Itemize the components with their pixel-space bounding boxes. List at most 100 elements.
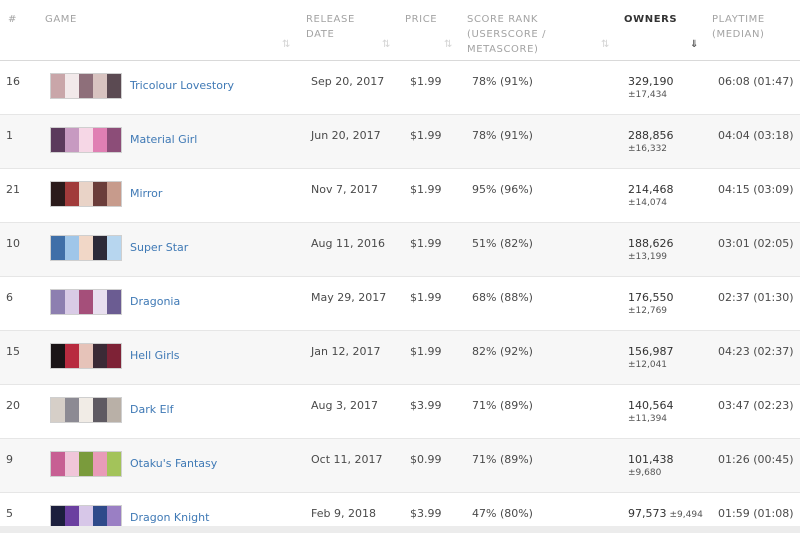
col-header-score-line2: (USERSCORE /	[467, 29, 547, 40]
thumb-strip	[51, 236, 65, 260]
release-date-cell: May 29, 2017	[311, 291, 387, 304]
thumb-strip	[79, 182, 93, 206]
score-cell: 82% (92%)	[472, 345, 533, 358]
owners-cell: 140,564 ±11,394	[628, 399, 674, 425]
owners-value: 97,573	[628, 507, 667, 520]
thumb-strip	[93, 182, 107, 206]
owners-error: ±12,769	[628, 306, 668, 316]
owners-cell: 176,550 ±12,769	[628, 291, 674, 317]
thumb-strip	[65, 182, 79, 206]
price-cell: $1.99	[410, 237, 442, 250]
game-thumbnail[interactable]	[50, 343, 122, 369]
sort-arrows-icon[interactable]: ⇅	[444, 40, 452, 50]
game-thumbnail[interactable]	[50, 181, 122, 207]
score-cell: 68% (88%)	[472, 291, 533, 304]
col-header-rank[interactable]: #	[8, 12, 17, 27]
col-header-playtime[interactable]: PLAYTIME (MEDIAN)	[712, 12, 765, 42]
sort-arrows-icon[interactable]: ⇅	[601, 40, 609, 50]
owners-value: 101,438	[628, 453, 674, 466]
game-link[interactable]: Material Girl	[130, 133, 197, 147]
thumb-strip	[93, 236, 107, 260]
owners-error: ±17,434	[628, 90, 668, 100]
owners-cell: 97,573 ±9,494	[628, 507, 703, 521]
game-thumbnail[interactable]	[50, 127, 122, 153]
game-link[interactable]: Tricolour Lovestory	[130, 79, 234, 93]
owners-error: ±12,041	[628, 360, 668, 370]
owners-cell: 101,438 ±9,680	[628, 453, 674, 479]
thumb-strip	[65, 128, 79, 152]
game-link[interactable]: Otaku's Fantasy	[130, 457, 217, 471]
rank-cell: 15	[6, 345, 20, 358]
playtime-cell: 03:47 (02:23)	[718, 399, 794, 412]
thumb-strip	[65, 74, 79, 98]
sort-arrows-icon[interactable]: ⇅	[282, 40, 290, 50]
game-link[interactable]: Hell Girls	[130, 349, 180, 363]
col-header-score-rank[interactable]: SCORE RANK (USERSCORE / METASCORE)	[467, 12, 546, 57]
playtime-cell: 04:15 (03:09)	[718, 183, 794, 196]
thumb-strip	[65, 398, 79, 422]
thumb-strip	[79, 452, 93, 476]
release-date-cell: Nov 7, 2017	[311, 183, 378, 196]
game-thumbnail[interactable]	[50, 451, 122, 477]
thumb-strip	[79, 236, 93, 260]
thumb-strip	[107, 182, 121, 206]
game-link[interactable]: Mirror	[130, 187, 162, 201]
game-link[interactable]: Super Star	[130, 241, 188, 255]
game-link[interactable]: Dragonia	[130, 295, 180, 309]
score-cell: 78% (91%)	[472, 129, 533, 142]
playtime-cell: 02:37 (01:30)	[718, 291, 794, 304]
release-date-cell: Aug 11, 2016	[311, 237, 385, 250]
game-thumbnail[interactable]	[50, 235, 122, 261]
thumb-strip	[93, 128, 107, 152]
sort-desc-icon[interactable]: ⇓	[690, 40, 698, 50]
release-date-cell: Feb 9, 2018	[311, 507, 376, 520]
owners-cell: 156,987 ±12,041	[628, 345, 674, 371]
owners-cell: 214,468 ±14,074	[628, 183, 674, 209]
thumb-strip	[107, 236, 121, 260]
thumb-strip	[51, 182, 65, 206]
col-header-owners[interactable]: OWNERS	[624, 12, 677, 27]
owners-error: ±9,494	[669, 510, 703, 520]
thumb-strip	[51, 398, 65, 422]
price-cell: $3.99	[410, 507, 442, 520]
thumb-strip	[65, 290, 79, 314]
col-header-price[interactable]: PRICE	[405, 12, 437, 27]
game-thumbnail[interactable]	[50, 73, 122, 99]
playtime-cell: 04:23 (02:37)	[718, 345, 794, 358]
rank-cell: 21	[6, 183, 20, 196]
rank-cell: 20	[6, 399, 20, 412]
price-cell: $1.99	[410, 291, 442, 304]
table-header: # GAME ⇅ RELEASE DATE ⇅ PRICE ⇅ SCORE RA…	[0, 0, 800, 61]
score-cell: 71% (89%)	[472, 399, 533, 412]
owners-value: 156,987	[628, 345, 674, 358]
game-thumbnail[interactable]	[50, 397, 122, 423]
thumb-strip	[65, 236, 79, 260]
col-header-game[interactable]: GAME	[45, 12, 77, 27]
thumb-strip	[93, 74, 107, 98]
thumb-strip	[93, 344, 107, 368]
release-date-cell: Sep 20, 2017	[311, 75, 385, 88]
score-cell: 95% (96%)	[472, 183, 533, 196]
col-header-playtime-line2: (MEDIAN)	[712, 29, 765, 40]
game-thumbnail[interactable]	[50, 289, 122, 315]
sort-arrows-icon[interactable]: ⇅	[382, 40, 390, 50]
playtime-cell: 06:08 (01:47)	[718, 75, 794, 88]
thumb-strip	[51, 74, 65, 98]
thumb-strip	[107, 398, 121, 422]
col-header-score-line1: SCORE RANK	[467, 14, 539, 25]
table-row: 1 Material Girl Jun 20, 2017 $1.99 78% (91%)…	[0, 115, 800, 169]
owners-error: ±9,680	[628, 468, 662, 478]
table-row: 10 Super Star Aug 11, 2016 $1.99 51% (82%) 18…	[0, 223, 800, 277]
col-header-release-date[interactable]: RELEASE DATE	[306, 12, 355, 42]
owners-error: ±11,394	[628, 414, 668, 424]
game-link[interactable]: Dark Elf	[130, 403, 173, 417]
score-cell: 51% (82%)	[472, 237, 533, 250]
game-link[interactable]: Dragon Knight	[130, 511, 209, 525]
table-body: 16 Tricolour Lovestory Sep 20, 2017 $1.99 78…	[0, 61, 800, 533]
col-header-release-line2: DATE	[306, 29, 335, 40]
rank-cell: 16	[6, 75, 20, 88]
thumb-strip	[107, 128, 121, 152]
price-cell: $1.99	[410, 345, 442, 358]
rank-cell: 5	[6, 507, 13, 520]
score-cell: 71% (89%)	[472, 453, 533, 466]
